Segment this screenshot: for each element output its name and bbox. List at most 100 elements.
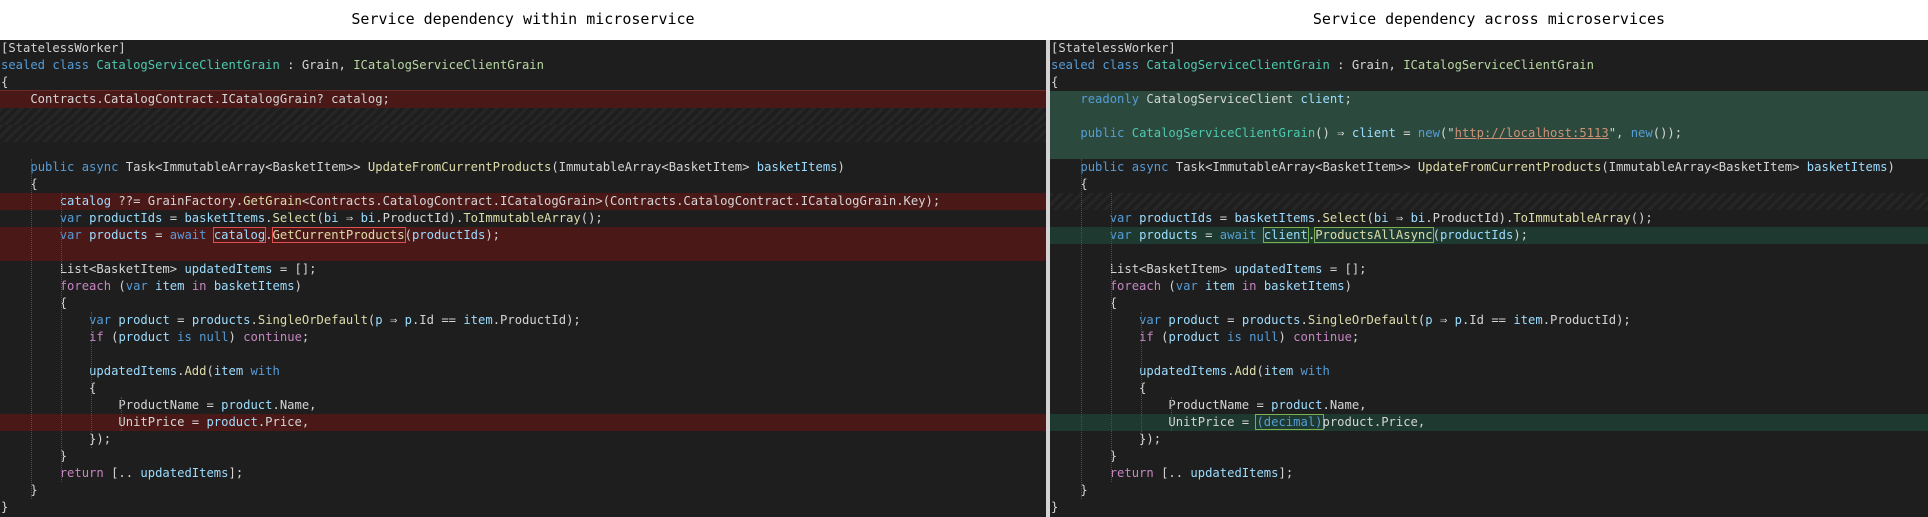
- code-token: }: [1, 500, 9, 514]
- code-line: }: [0, 448, 1046, 465]
- code-token: .: [1300, 313, 1308, 327]
- code-token: UpdateFromCurrentProducts: [1417, 160, 1602, 174]
- code-token: item: [1513, 313, 1543, 327]
- code-token: }: [1, 483, 38, 497]
- code-token: (: [1366, 211, 1374, 225]
- code-line: UnitPrice = (decimal)product.Price,: [1050, 414, 1928, 431]
- code-token: item: [463, 313, 493, 327]
- code-line: catalog ??= GrainFactory.GetGrain<Contra…: [0, 193, 1046, 210]
- code-line: [0, 125, 1046, 142]
- code-token: products: [191, 313, 251, 327]
- code-token: ];: [228, 466, 244, 480]
- code-line: {: [0, 74, 1046, 91]
- code-token: item: [155, 279, 185, 293]
- code-line: Contracts.CatalogContract.ICatalogGrain?…: [0, 90, 1046, 109]
- code-token: =: [1219, 313, 1242, 327]
- code-line: foreach (var item in basketItems): [0, 278, 1046, 295]
- code-token: products: [1139, 228, 1198, 242]
- code-token: (: [1153, 330, 1169, 344]
- code-line: updatedItems.Add(item with: [0, 363, 1046, 380]
- code-token: [StatelessWorker]: [1051, 41, 1176, 55]
- code-token: basketItems: [1806, 160, 1888, 174]
- code-token: productIds: [1139, 211, 1213, 225]
- code-token: product.Price,: [1322, 415, 1426, 429]
- code-token: updatedItems: [140, 466, 229, 480]
- code-line: ProductName = product.Name,: [0, 397, 1046, 414]
- code-token: (: [1256, 364, 1264, 378]
- code-token: var: [1175, 279, 1206, 293]
- code-token: in: [191, 279, 214, 293]
- code-token: );: [485, 228, 501, 242]
- code-line: updatedItems.Add(item with: [1050, 363, 1928, 380]
- code-token: basketItems: [213, 279, 295, 293]
- code-line: List<BasketItem> updatedItems = [];: [1050, 261, 1928, 278]
- code-token: .ProductId);: [1542, 313, 1631, 327]
- right-code-pane[interactable]: [StatelessWorker] sealed class CatalogSer…: [1050, 40, 1928, 517]
- code-token: new: [1630, 126, 1653, 140]
- code-token: CatalogServiceClient: [1146, 92, 1301, 106]
- left-code-pane[interactable]: [StatelessWorker] sealed class CatalogSer…: [0, 40, 1046, 517]
- code-token: var: [1139, 313, 1169, 327]
- code-token: {: [1051, 177, 1088, 191]
- code-token: List<BasketItem>: [1, 262, 185, 276]
- code-token: ): [1278, 330, 1294, 344]
- code-token: item: [1205, 279, 1235, 293]
- code-token: with: [1300, 364, 1330, 378]
- right-pane-title: Service dependency across microservices: [1312, 10, 1666, 28]
- code-token: products: [1241, 313, 1301, 327]
- code-line: });: [1050, 431, 1928, 448]
- highlighted-token: client: [1262, 227, 1309, 243]
- code-line: {: [1050, 295, 1928, 312]
- code-token: .Name,: [1322, 398, 1367, 412]
- code-line: ProductName = product.Name,: [1050, 397, 1928, 414]
- code-line: [0, 244, 1046, 261]
- code-token: (: [404, 228, 412, 242]
- code-token: ());: [1652, 126, 1683, 140]
- code-token: sealed class: [1051, 58, 1147, 72]
- code-token: ProductName =: [1, 398, 222, 412]
- code-token: p: [404, 313, 412, 327]
- code-line: return [.. updatedItems];: [1050, 465, 1928, 482]
- code-token: updatedItems: [1190, 466, 1279, 480]
- code-token: = [];: [272, 262, 317, 276]
- code-token: });: [1, 432, 112, 446]
- code-token: {: [1051, 75, 1059, 89]
- code-token: ⇒: [382, 313, 405, 327]
- code-token: updatedItems: [1234, 262, 1323, 276]
- code-token: (: [206, 364, 214, 378]
- code-token: var: [59, 211, 90, 225]
- code-token: =: [147, 228, 170, 242]
- code-token: updatedItems: [184, 262, 273, 276]
- code-token: }: [1051, 449, 1118, 463]
- code-token: (ImmutableArray<BasketItem>: [1601, 160, 1807, 174]
- code-token: [..: [103, 466, 141, 480]
- code-token: CatalogServiceClientGrain: [1146, 58, 1330, 72]
- code-line: });: [0, 431, 1046, 448]
- code-token: }: [1051, 500, 1059, 514]
- code-line: [StatelessWorker]: [1050, 40, 1928, 57]
- code-token: =: [1197, 228, 1220, 242]
- code-token: bi: [360, 211, 376, 225]
- code-token: GetGrain: [243, 194, 302, 208]
- code-token: ): [228, 330, 244, 344]
- code-token: .: [265, 228, 273, 242]
- code-token: ICatalogServiceClientGrain: [353, 58, 544, 72]
- code-line: public async Task<ImmutableArray<BasketI…: [1050, 159, 1928, 176]
- code-token: {: [1, 381, 97, 395]
- code-token: SingleOrDefault: [257, 313, 368, 327]
- code-token: var: [89, 313, 119, 327]
- code-token: ToImmutableArray: [1513, 211, 1631, 225]
- highlighted-token: ProductsAllAsync: [1314, 227, 1434, 243]
- code-token: List<BasketItem>: [1051, 262, 1235, 276]
- code-token: basketItems: [1234, 211, 1316, 225]
- code-line: var product = products.SingleOrDefault(p…: [1050, 312, 1928, 329]
- code-token: ): [294, 279, 302, 293]
- code-token: .ProductId).: [1425, 211, 1514, 225]
- code-token: updatedItems: [89, 364, 178, 378]
